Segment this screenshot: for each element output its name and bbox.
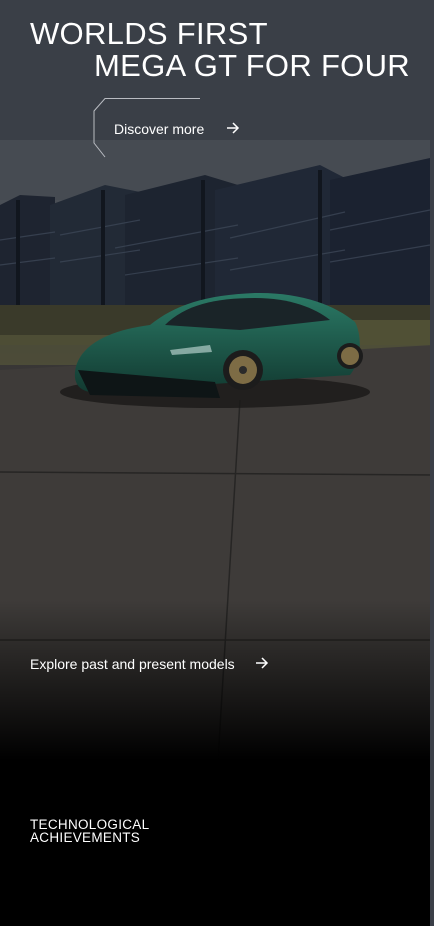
explore-models-label: Explore past and present models <box>30 656 235 672</box>
arrow-right-icon <box>255 656 269 675</box>
hero-title: WORLDS FIRST MEGA GT FOR FOUR <box>30 18 420 82</box>
scrollbar-edge <box>430 0 434 926</box>
discover-more-button[interactable]: Discover more <box>93 98 263 158</box>
hero-title-line1: WORLDS FIRST <box>30 16 268 51</box>
arrow-right-icon <box>226 121 240 140</box>
explore-models-link[interactable]: Explore past and present models <box>30 655 290 675</box>
section-heading-line2: ACHIEVEMENTS <box>30 830 141 845</box>
hero-title-line2: MEGA GT FOR FOUR <box>94 48 410 83</box>
discover-more-label: Discover more <box>114 121 205 137</box>
section-heading: TECHNOLOGICAL ACHIEVEMENTS <box>30 818 230 845</box>
